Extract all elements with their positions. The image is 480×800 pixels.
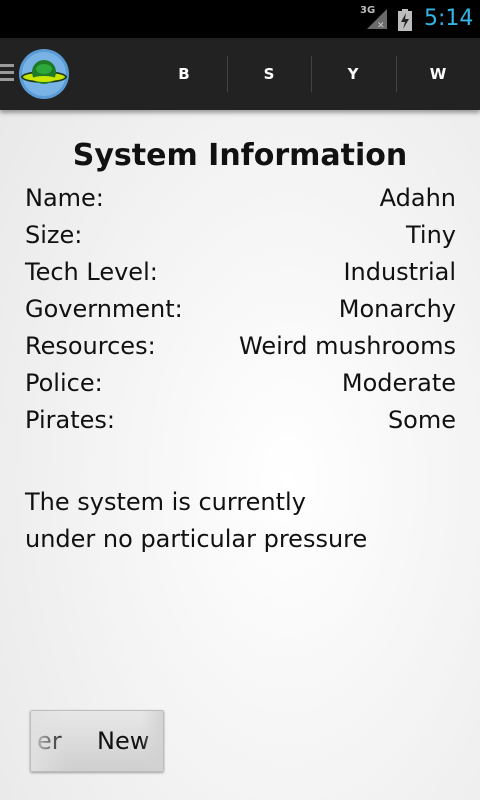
action-bar: B S Y W	[0, 38, 480, 110]
tab-b[interactable]: B	[142, 38, 226, 110]
clock: 5:14	[424, 6, 474, 31]
info-value: Some	[387, 405, 456, 434]
info-row-police: Police: Moderate	[25, 364, 456, 401]
status-line-2: under no particular pressure	[25, 525, 368, 553]
info-label: Resources:	[25, 331, 156, 360]
info-label: Size:	[25, 220, 83, 249]
fade-edge	[141, 711, 163, 771]
info-value: Weird mushrooms	[239, 331, 456, 360]
svg-text:✕: ✕	[377, 21, 385, 30]
info-row-size: Size: Tiny	[25, 216, 456, 253]
battery-charging-icon	[398, 9, 412, 31]
info-label: Tech Level:	[25, 257, 158, 286]
page-title: System Information	[72, 138, 408, 173]
info-label: Police:	[25, 368, 103, 397]
tab-s[interactable]: S	[227, 38, 311, 110]
status-bar: 3G ✕ 5:14	[0, 0, 480, 38]
info-value: Adahn	[379, 183, 456, 212]
news-button[interactable]: er New	[30, 710, 164, 772]
drawer-menu-icon[interactable]	[0, 64, 14, 85]
info-row-name: Name: Adahn	[25, 179, 456, 216]
info-label: Pirates:	[25, 405, 115, 434]
signal-icon: ✕	[367, 9, 387, 30]
status-line-1: The system is currently	[25, 488, 306, 516]
info-value: Moderate	[341, 368, 456, 397]
fade-edge	[31, 711, 67, 771]
info-row-government: Government: Monarchy	[25, 290, 456, 327]
info-value: Tiny	[405, 220, 456, 249]
info-value: Industrial	[343, 257, 456, 286]
info-row-tech-level: Tech Level: Industrial	[25, 253, 456, 290]
tab-y[interactable]: Y	[311, 38, 395, 110]
tab-w[interactable]: W	[396, 38, 480, 110]
system-status-text: The system is currently under no particu…	[25, 484, 445, 558]
info-value: Monarchy	[338, 294, 456, 323]
info-label: Name:	[25, 183, 104, 212]
info-label: Government:	[25, 294, 183, 323]
app-logo-icon[interactable]	[18, 48, 70, 100]
info-row-resources: Resources: Weird mushrooms	[25, 327, 456, 364]
info-row-pirates: Pirates: Some	[25, 401, 456, 438]
